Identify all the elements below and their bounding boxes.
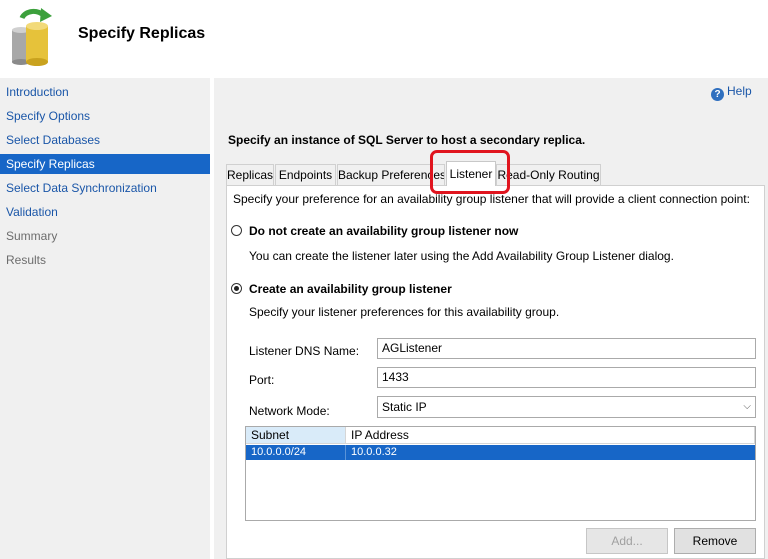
dns-name-label: Listener DNS Name: [249,344,360,358]
network-mode-select[interactable]: Static IP ⌵ [377,396,756,418]
radio-no-listener[interactable] [231,225,242,236]
sidebar-item-introduction[interactable]: Introduction [0,82,210,102]
database-icon [12,8,52,66]
page-title: Specify Replicas [78,25,206,42]
option-no-listener-description: You can create the listener later using … [249,249,674,263]
grid-header-subnet[interactable]: Subnet [246,427,346,444]
port-label: Port: [249,373,275,387]
sidebar-item-validation[interactable]: Validation [0,202,210,222]
help-icon: ? [711,88,724,101]
network-mode-value: Static IP [382,400,427,414]
grid-cell-subnet: 10.0.0.0/24 [246,445,346,460]
listener-intro: Specify your preference for an availabil… [233,192,750,206]
option-create-listener-description: Specify your listener preferences for th… [249,305,560,319]
sidebar [0,78,210,559]
instruction-text: Specify an instance of SQL Server to hos… [228,133,586,147]
tab-read-only-routing[interactable]: Read-Only Routing [496,164,601,185]
option-no-listener-label: Do not create an availability group list… [249,224,519,238]
grid-cell-ip: 10.0.0.32 [351,446,397,458]
dns-name-input[interactable]: AGListener [377,338,756,359]
remove-button[interactable]: Remove [674,528,756,554]
help-link[interactable]: ? Help [711,83,752,101]
tab-backup-preferences[interactable]: Backup Preferences [337,164,445,185]
tab-replicas[interactable]: Replicas [226,164,274,185]
sidebar-item-select-data-synchronization[interactable]: Select Data Synchronization [0,178,210,198]
grid-header-ip-address[interactable]: IP Address [346,427,755,444]
sidebar-item-summary: Summary [6,229,58,243]
sidebar-item-results: Results [6,253,47,267]
option-create-listener-label: Create an availability group listener [249,282,452,296]
table-row[interactable]: 10.0.0.0/24 10.0.0.32 [246,445,755,460]
header: Specify Replicas [0,0,768,74]
sidebar-item-select-databases[interactable]: Select Databases [0,130,210,150]
network-mode-label: Network Mode: [249,404,330,418]
sidebar-item-specify-options[interactable]: Specify Options [0,106,210,126]
sidebar-item-specify-replicas[interactable]: Specify Replicas [0,154,210,174]
add-button[interactable]: Add... [586,528,668,554]
ip-address-grid[interactable]: Subnet IP Address 10.0.0.0/24 10.0.0.32 [245,426,756,521]
port-input[interactable]: 1433 [377,367,756,388]
help-label: Help [727,84,752,98]
radio-create-listener[interactable] [231,283,242,294]
tab-endpoints[interactable]: Endpoints [275,164,336,185]
highlight-box [430,150,510,194]
chevron-down-icon: ⌵ [743,401,751,412]
